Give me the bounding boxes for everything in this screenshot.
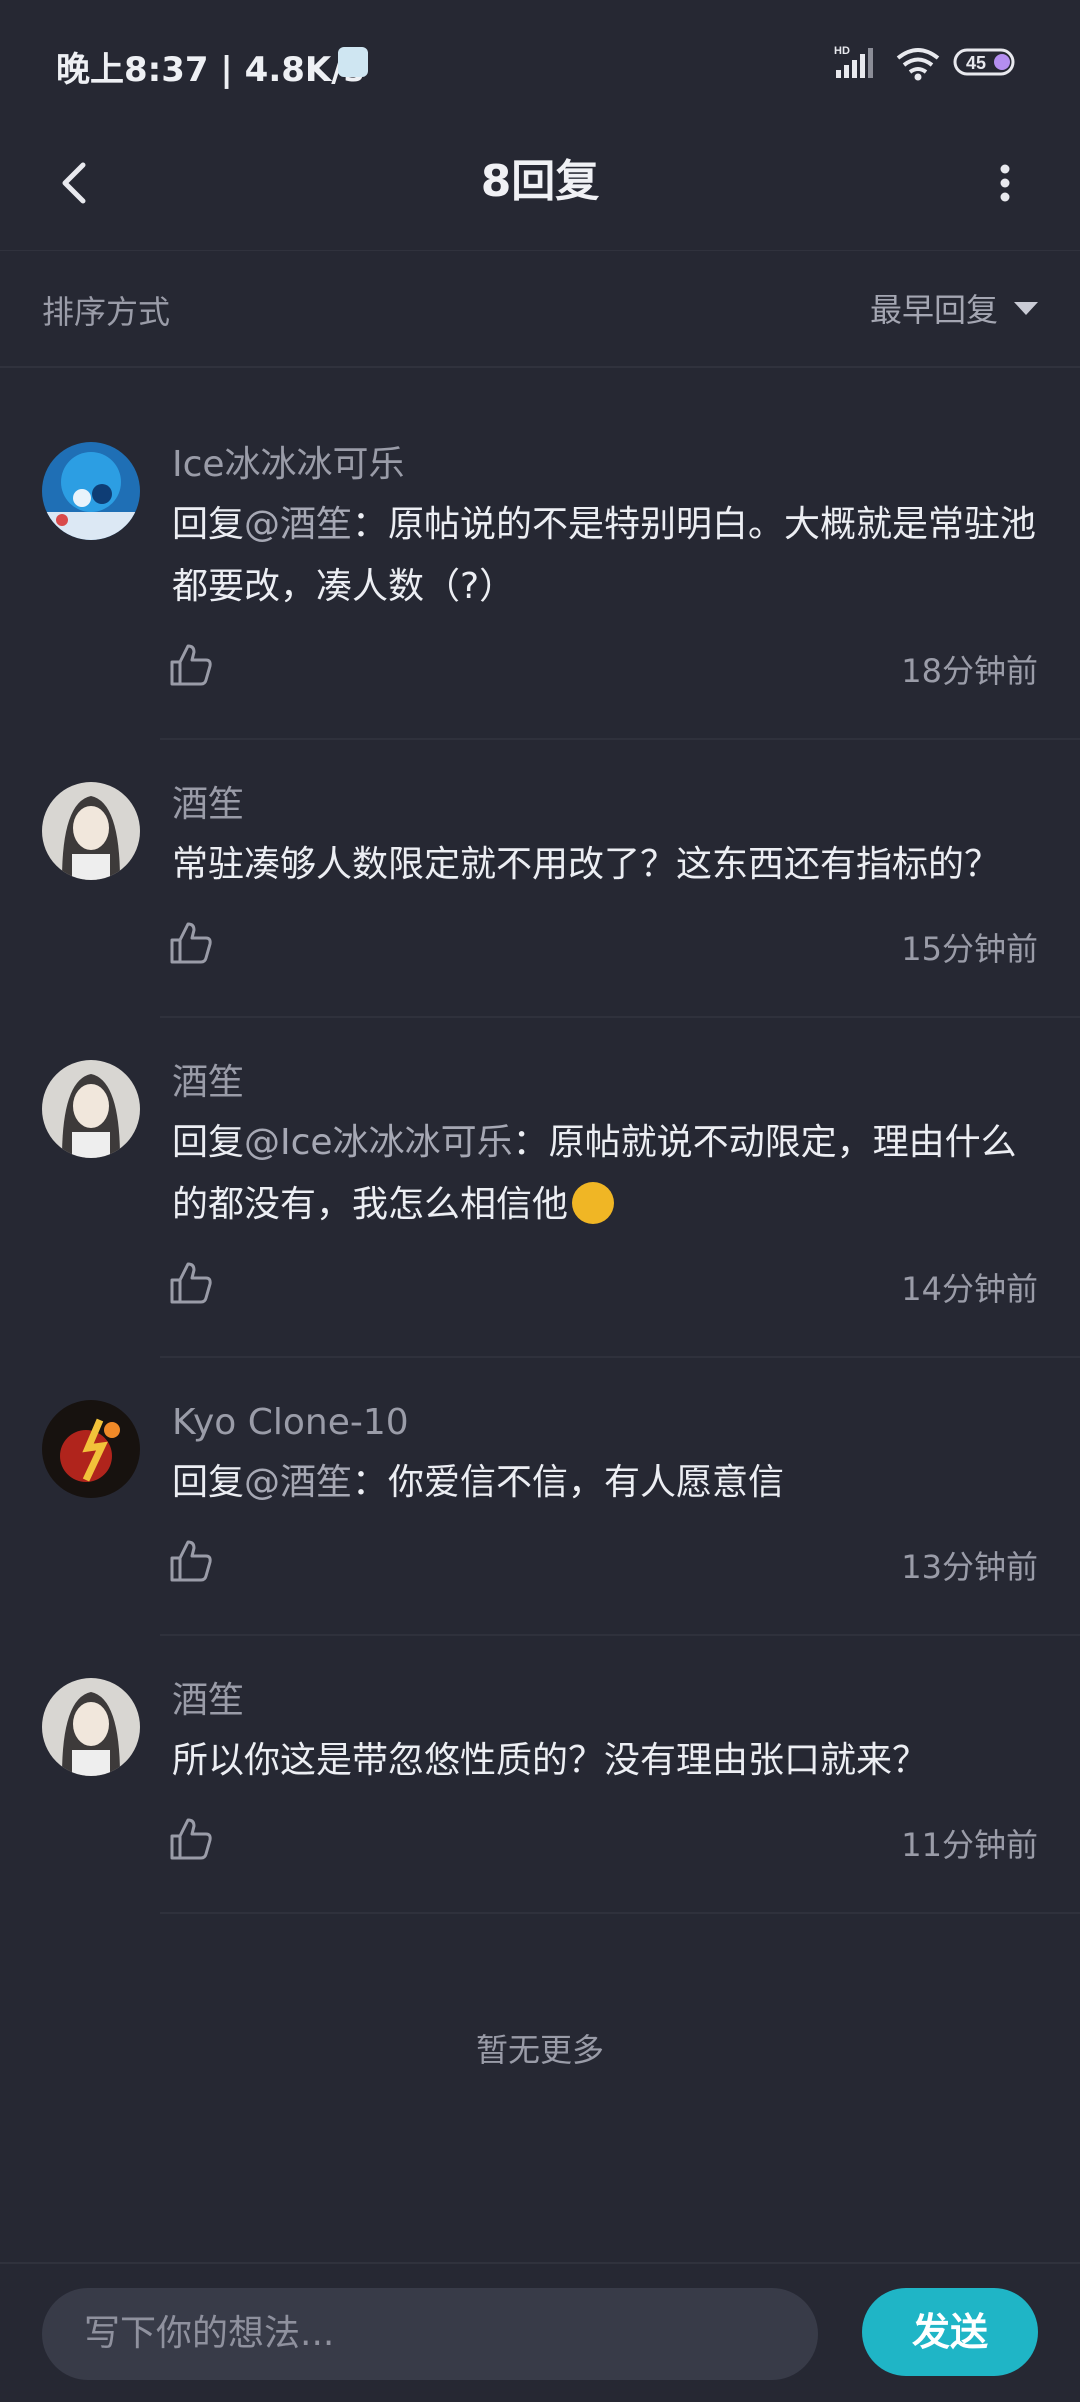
sort-label: 排序方式 [42,293,171,331]
reply-item: 酒笙 常驻凑够人数限定就不用改了？这东西还有指标的？ 15分钟前 [0,740,1080,1018]
more-vertical-icon [1000,164,1010,202]
username[interactable]: 酒笙 [172,1676,1038,1726]
reply-time: 13分钟前 [901,1548,1038,1586]
username[interactable]: 酒笙 [172,1058,1038,1108]
thumbs-up-icon[interactable] [166,640,216,690]
reply-footer: 13分钟前 [170,1524,1038,1614]
avatar[interactable] [42,782,140,880]
status-icons: HD 45 [834,42,1024,82]
avatar[interactable] [42,1400,140,1498]
reply-content: 回复@Ice冰冰冰可乐：原帖就说不动限定，理由什么的都没有，我怎么相信他 [172,1112,1038,1236]
reply-content: 回复@酒笙：你爱信不信，有人愿意信 [172,1452,1038,1514]
reply-item: 酒笙 回复@Ice冰冰冰可乐：原帖就说不动限定，理由什么的都没有，我怎么相信他 … [0,1018,1080,1358]
thumbs-up-icon[interactable] [166,1536,216,1586]
reply-time: 15分钟前 [901,930,1038,968]
sort-dropdown[interactable]: 最早回复 [870,281,1038,335]
app-notification-icon [338,47,368,77]
thumbs-up-icon[interactable] [166,1258,216,1308]
sort-bar: 排序方式 最早回复 [0,251,1080,368]
reply-item: Ice冰冰冰可乐 回复@酒笙：原帖说的不是特别明白。大概就是常驻池都要改，凑人数… [0,400,1080,740]
reply-prefix: 回复 [172,504,245,545]
sort-value: 最早回复 [869,291,998,329]
reply-item: Kyo Clone-10 回复@酒笙：你爱信不信，有人愿意信 13分钟前 [0,1358,1080,1636]
status-time: 晚上8:37 | 4.8K/s [56,50,364,90]
thumbs-up-icon[interactable] [166,918,216,968]
mention-link[interactable]: @酒笙 [244,504,352,545]
more-button[interactable] [970,148,1040,218]
caret-down-icon [1014,301,1038,315]
signal-icon: HD [834,45,873,78]
reply-content: 所以你这是带忽悠性质的？没有理由张口就来？ [172,1730,1038,1792]
send-button[interactable]: 发送 [862,2288,1038,2376]
composer-bar: 写下你的想法... 发送 [0,2262,1080,2402]
avatar[interactable] [42,442,140,540]
reply-footer: 18分钟前 [170,628,1038,718]
reply-list: Ice冰冰冰可乐 回复@酒笙：原帖说的不是特别明白。大概就是常驻池都要改，凑人数… [0,400,1080,1914]
reply-footer: 14分钟前 [170,1246,1038,1336]
app-header: 8回复 [0,120,1080,251]
reply-content: 常驻凑够人数限定就不用改了？这东西还有指标的？ [172,834,1038,896]
thumbs-up-icon[interactable] [166,1814,216,1864]
upside-down-face-icon [572,1182,615,1224]
svg-text:45: 45 [966,53,986,73]
reply-prefix: 回复 [172,1122,245,1163]
username[interactable]: Ice冰冰冰可乐 [172,440,1038,490]
reply-footer: 11分钟前 [170,1802,1038,1892]
avatar[interactable] [42,1678,140,1776]
svg-text:HD: HD [834,45,850,57]
username[interactable]: Kyo Clone-10 [172,1398,1038,1448]
reply-time: 11分钟前 [901,1826,1038,1864]
avatar[interactable] [42,1060,140,1158]
reply-footer: 15分钟前 [170,906,1038,996]
reply-text: 所以你这是带忽悠性质的？没有理由张口就来？ [172,1740,929,1781]
reply-time: 14分钟前 [901,1270,1038,1308]
mention-link[interactable]: @酒笙 [244,1462,352,1503]
reply-time: 18分钟前 [901,652,1038,690]
reply-item: 酒笙 所以你这是带忽悠性质的？没有理由张口就来？ 11分钟前 [0,1636,1080,1914]
comment-input[interactable]: 写下你的想法... [42,2288,818,2380]
reply-prefix: 回复 [172,1462,245,1503]
divider [160,1912,1080,1914]
no-more-text: 暂无更多 [475,2031,604,2069]
status-bar: 晚上8:37 | 4.8K/s HD 45 [0,0,1080,120]
mention-link[interactable]: @Ice冰冰冰可乐 [244,1122,513,1163]
username[interactable]: 酒笙 [172,780,1038,830]
reply-text: ：你爱信不信，有人愿意信 [352,1462,785,1503]
reply-text: 常驻凑够人数限定就不用改了？这东西还有指标的？ [172,844,1001,885]
battery-icon: 45 [953,48,1015,76]
wifi-icon [896,48,940,81]
reply-content: 回复@酒笙：原帖说的不是特别明白。大概就是常驻池都要改，凑人数（?） [172,494,1038,618]
page-title: 8回复 [480,156,600,207]
